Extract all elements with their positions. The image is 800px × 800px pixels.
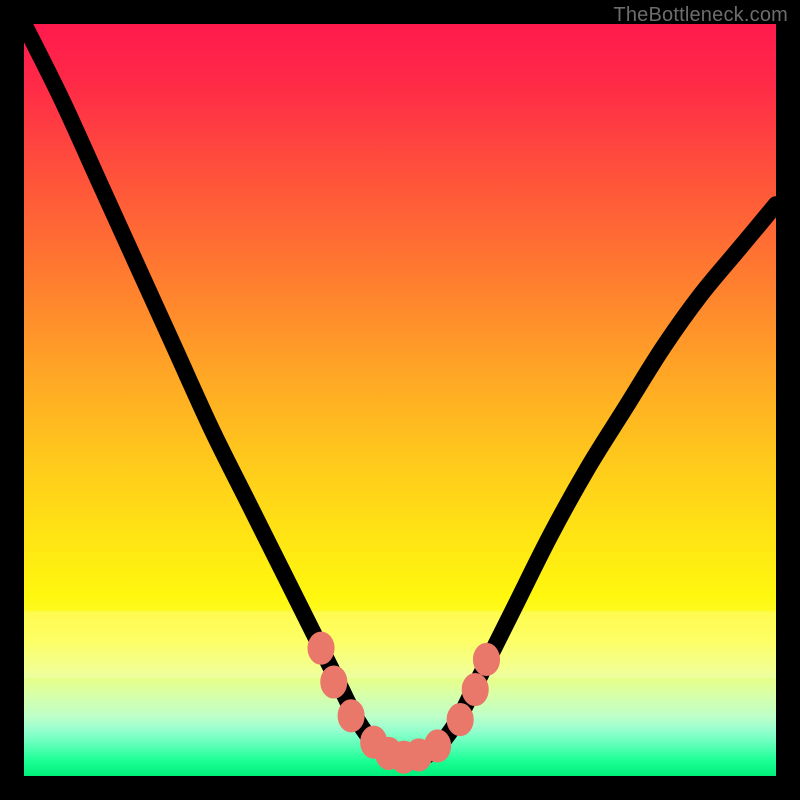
- curve-marker: [477, 647, 497, 673]
- curve-marker: [450, 707, 470, 733]
- plot-area: [24, 24, 776, 776]
- curve-marker: [428, 733, 448, 759]
- chart-frame: TheBottleneck.com: [0, 0, 800, 800]
- watermark-text: TheBottleneck.com: [613, 4, 788, 27]
- curve-marker: [341, 703, 361, 729]
- curve-marker: [324, 669, 344, 695]
- marker-layer: [24, 24, 776, 776]
- curve-marker: [311, 635, 331, 661]
- curve-marker: [465, 677, 485, 703]
